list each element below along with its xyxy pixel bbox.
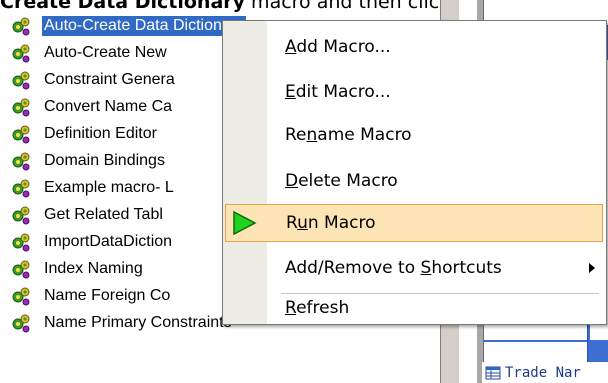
macro-label: Constraint Genera xyxy=(44,71,175,88)
caption-bold: Create Data Dictionary xyxy=(0,0,246,13)
macro-label: Get Related Tabl xyxy=(44,206,163,223)
macro-item[interactable]: Constraint Genera xyxy=(10,67,177,93)
macro-gears-icon xyxy=(12,98,30,117)
macro-item[interactable]: Name Foreign Co xyxy=(10,283,172,309)
macro-item[interactable]: Definition Editor xyxy=(10,121,159,147)
menu-item-label: Add/Remove to Shortcuts xyxy=(285,258,502,278)
macro-gears-icon xyxy=(12,125,30,144)
diagram-entity-label[interactable]: Trade Nar xyxy=(482,362,608,383)
macro-label: Index Naming xyxy=(44,260,143,277)
macro-label: Example macro- L xyxy=(44,179,174,196)
menu-item-refresh[interactable]: Refresh xyxy=(225,282,603,320)
macro-item[interactable]: Name Primary Constraints xyxy=(10,310,234,336)
submenu-arrow-icon xyxy=(589,263,595,273)
macro-label: Auto-Create Data Dictionary xyxy=(42,16,247,36)
macro-label: ImportDataDiction xyxy=(44,233,173,250)
macro-label: Definition Editor xyxy=(44,125,157,142)
macro-item[interactable]: Index Naming xyxy=(10,256,145,282)
macro-gears-icon xyxy=(12,17,30,36)
macro-item[interactable]: Domain Bindings xyxy=(10,148,167,174)
entity-name: Trade Nar xyxy=(505,364,581,381)
macro-label: Auto-Create New xyxy=(44,44,167,61)
menu-item-run-macro[interactable]: Run Macro xyxy=(225,204,603,242)
menu-item-add-macro[interactable]: Add Macro... xyxy=(225,28,603,66)
macro-gears-icon xyxy=(12,260,30,279)
macro-item[interactable]: Get Related Tabl xyxy=(10,202,165,228)
caption-rest: macro and then click xyxy=(245,0,451,13)
macro-gears-icon xyxy=(12,206,30,225)
menu-item-label: Refresh xyxy=(285,298,350,318)
menu-item-rename-macro[interactable]: Rename Macro xyxy=(225,116,603,154)
macro-item[interactable]: Example macro- L xyxy=(10,175,176,201)
macro-item[interactable]: ImportDataDiction xyxy=(10,229,174,255)
run-arrow-icon xyxy=(233,210,257,236)
table-icon xyxy=(485,366,501,379)
macro-label: Name Foreign Co xyxy=(44,287,171,304)
macro-gears-icon xyxy=(12,44,30,63)
macro-gears-icon xyxy=(12,179,30,198)
menu-item-label: Delete Macro xyxy=(285,171,398,191)
menu-item-label: Add Macro... xyxy=(285,37,391,57)
menu-item-edit-macro[interactable]: Edit Macro... xyxy=(225,73,603,111)
menu-item-label: Edit Macro... xyxy=(285,82,391,102)
macro-label: Convert Name Ca xyxy=(44,98,173,115)
menu-item-delete-macro[interactable]: Delete Macro xyxy=(225,162,603,200)
macro-label: Name Primary Constraints xyxy=(44,314,232,331)
macro-item[interactable]: Convert Name Ca xyxy=(10,94,174,120)
macro-item[interactable]: Auto-Create New xyxy=(10,40,169,66)
macro-item[interactable]: Auto-Create Data Dictionary xyxy=(10,13,247,39)
macro-gears-icon xyxy=(12,233,30,252)
divider xyxy=(483,340,587,342)
context-menu: Add Macro... Edit Macro... Rename Macro … xyxy=(222,20,607,325)
macro-gears-icon xyxy=(12,287,30,306)
menu-item-label: Rename Macro xyxy=(285,125,412,145)
macro-gears-icon xyxy=(12,314,30,333)
macro-label: Domain Bindings xyxy=(44,152,165,169)
macro-gears-icon xyxy=(12,71,30,90)
macro-gears-icon xyxy=(12,152,30,171)
menu-item-label: Run Macro xyxy=(286,213,376,233)
